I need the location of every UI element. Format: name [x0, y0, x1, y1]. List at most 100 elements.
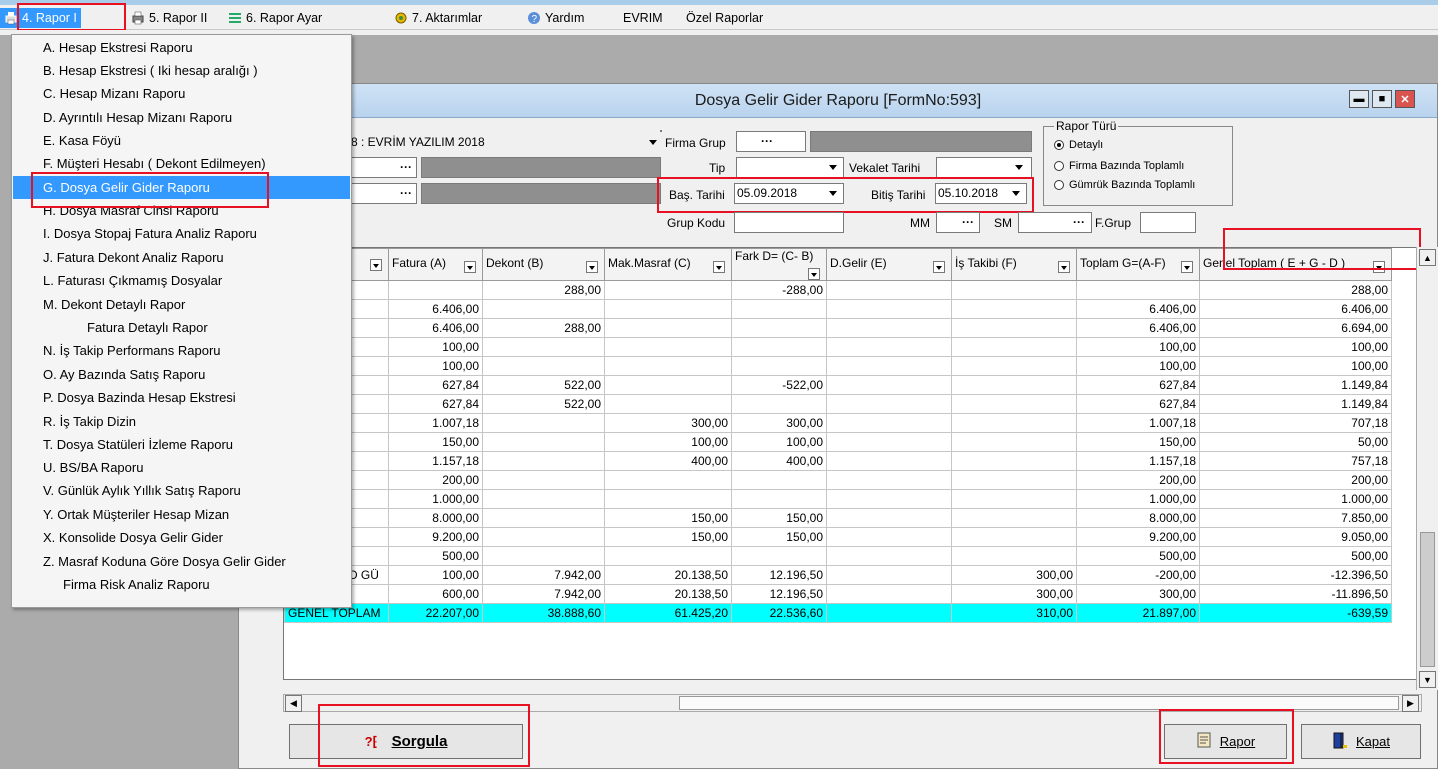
menu-rapor-ayar[interactable]: 6. Rapor Ayar	[228, 8, 322, 28]
radio-detayli[interactable]: Detaylı	[1054, 139, 1103, 151]
filter-dropdown-icon[interactable]	[713, 261, 725, 273]
chevron-down-icon[interactable]	[649, 140, 657, 145]
rapor-button[interactable]: Rapor	[1164, 724, 1287, 759]
table-row[interactable]: 6.406,00 6.406,00 6.406,00	[284, 299, 1392, 319]
firma-value[interactable]: 8 : EVRİM YAZILIM 2018	[351, 135, 485, 149]
firma-grup-input[interactable]: ···	[736, 131, 806, 152]
table-row[interactable]: 6.406,00 288,00 6.406,00 6.694,00	[284, 318, 1392, 338]
dropdown-item[interactable]: O. Ay Bazında Satış Raporu	[13, 363, 350, 386]
maximize-button[interactable]: ■	[1372, 90, 1392, 108]
dropdown-item[interactable]: B. Hesap Ekstresi ( Iki hesap aralığı )	[13, 59, 350, 82]
scroll-right-button[interactable]: ▶	[1402, 695, 1419, 712]
mm-input[interactable]: ···	[936, 212, 980, 233]
sorgula-button[interactable]: ?⁅ Sorgula	[289, 724, 523, 759]
report-grid[interactable]: Fatura (A) Dekont (B) Mak.Masraf (C) Fark D…	[283, 247, 1422, 680]
scroll-left-button[interactable]: ◀	[285, 695, 302, 712]
kapat-button[interactable]: Kapat	[1301, 724, 1421, 759]
bitis-tarihi-input[interactable]: 05.10.2018	[935, 183, 1027, 204]
filter-dropdown-icon[interactable]	[808, 268, 820, 280]
column-header[interactable]: Dekont (B)	[482, 248, 605, 281]
menu-evrim[interactable]: EVRIM	[623, 8, 663, 28]
scroll-up-button[interactable]: ▲	[1419, 249, 1436, 266]
table-row[interactable]: 627,84 522,00 627,84 1.149,84	[284, 394, 1392, 414]
filter-dropdown-icon[interactable]	[370, 259, 382, 272]
table-cell: 150,00	[604, 508, 732, 528]
table-row[interactable]: 1.000,00 1.000,00 1.000,00	[284, 489, 1392, 509]
filter-dropdown-icon[interactable]	[933, 261, 945, 273]
menu-rapor-1[interactable]: 4. Rapor I	[0, 8, 81, 28]
dropdown-item[interactable]: Z. Masraf Koduna Göre Dosya Gelir Gider	[13, 550, 350, 573]
menu-ozel-raporlar[interactable]: Özel Raporlar	[686, 8, 763, 28]
vertical-scrollbar[interactable]: ▲ ▼	[1416, 247, 1438, 690]
table-row[interactable]: 1.157,18 400,00 400,00 1.157,18 757,18	[284, 451, 1392, 471]
radio-gumruk-bazinda[interactable]: Gümrük Bazında Toplamlı	[1054, 179, 1195, 191]
filter-dropdown-icon[interactable]	[464, 261, 476, 273]
bas-tarihi-input[interactable]: 05.09.2018	[734, 183, 844, 204]
field-2-input[interactable]: ···	[351, 157, 417, 178]
scroll-down-button[interactable]: ▼	[1419, 671, 1436, 688]
filter-dropdown-icon[interactable]	[1058, 261, 1070, 273]
scroll-thumb[interactable]	[679, 696, 1399, 710]
dropdown-item[interactable]: F. Müşteri Hesabı ( Dekont Edilmeyen)	[13, 152, 350, 175]
dropdown-item[interactable]: J. Fatura Dekont Analiz Raporu	[13, 246, 350, 269]
column-header[interactable]: Toplam G=(A-F)	[1076, 248, 1200, 281]
dropdown-item[interactable]: M. Dekont Detaylı Rapor	[13, 293, 350, 316]
scroll-thumb[interactable]	[1420, 532, 1435, 667]
table-row[interactable]: TOPLAM600,007.942,0020.138,5012.196,5030…	[284, 584, 1392, 604]
table-row[interactable]: 288,00 -288,00 288,00	[284, 280, 1392, 300]
dropdown-item[interactable]: L. Faturası Çıkmamış Dosyalar	[13, 269, 350, 292]
dropdown-item[interactable]: X. Konsolide Dosya Gelir Gider	[13, 526, 350, 549]
menu-yardim[interactable]: ? Yardım	[527, 8, 584, 28]
report-window-titlebar[interactable]: Dosya Gelir Gider Raporu [FormNo:593] ▬ …	[239, 84, 1437, 118]
column-header[interactable]: Mak.Masraf (C)	[604, 248, 732, 281]
dropdown-item[interactable]: Fatura Detaylı Rapor	[13, 316, 350, 339]
dropdown-item[interactable]: G. Dosya Gelir Gider Raporu	[13, 176, 350, 199]
menu-aktarimlar[interactable]: 7. Aktarımlar	[394, 8, 482, 28]
table-row[interactable]: 100,00 100,00 100,00	[284, 337, 1392, 357]
dropdown-item[interactable]: U. BS/BA Raporu	[13, 456, 350, 479]
table-row[interactable]: GENEL TOPLAM 22.207,00 38.888,60 61.425,20 2…	[284, 603, 1392, 623]
column-header[interactable]: Fark D= (C- B)	[731, 248, 827, 281]
dropdown-item[interactable]: P. Dosya Bazinda Hesap Ekstresi	[13, 386, 350, 409]
column-header[interactable]: İş Takibi (F)	[951, 248, 1077, 281]
filter-dropdown-icon[interactable]	[1181, 261, 1193, 273]
table-row[interactable]: 9.200,00 150,00 150,00 9.200,00 9.050,00	[284, 527, 1392, 547]
table-row[interactable]: 100,00 100,00 100,00	[284, 356, 1392, 376]
dropdown-item[interactable]: R. İş Takip Dizin	[13, 410, 350, 433]
dropdown-item[interactable]: N. İş Takip Performans Raporu	[13, 339, 350, 362]
menu-rapor-2[interactable]: 5. Rapor II	[131, 8, 207, 28]
dropdown-item[interactable]: E. Kasa Föyü	[13, 129, 350, 152]
grup-kodu-input[interactable]	[734, 212, 844, 233]
column-header[interactable]: Genel Toplam ( E + G - D )	[1199, 248, 1392, 281]
dropdown-item[interactable]: V. Günlük Aylık Yıllık Satış Raporu	[13, 479, 350, 502]
fgrup-input[interactable]	[1140, 212, 1196, 233]
dropdown-item[interactable]: Y. Ortak Müşteriler Hesap Mizan	[13, 503, 350, 526]
column-header[interactable]: Fatura (A)	[388, 248, 483, 281]
dropdown-item[interactable]: T. Dosya Statüleri İzleme Raporu	[13, 433, 350, 456]
minimize-button[interactable]: ▬	[1349, 90, 1369, 108]
sm-input[interactable]: ···	[1018, 212, 1092, 233]
dropdown-item[interactable]: C. Hesap Mizanı Raporu	[13, 82, 350, 105]
table-row[interactable]: D GÜ8.000,00150,00150,008.000,007.850,00	[284, 508, 1392, 528]
radio-firma-bazinda[interactable]: Firma Bazında Toplamlı	[1054, 160, 1184, 172]
dropdown-item[interactable]: I. Dosya Stopaj Fatura Analiz Raporu	[13, 222, 350, 245]
table-row[interactable]: GÜMF150,00100,00100,00150,0050,00	[284, 432, 1392, 452]
close-button[interactable]: ✕	[1395, 90, 1415, 108]
table-row[interactable]: 200,00 200,00 200,00	[284, 470, 1392, 490]
filter-dropdown-icon[interactable]	[1373, 261, 1385, 273]
table-cell: 1.149,84	[1199, 394, 1392, 414]
horizontal-scrollbar[interactable]: ◀ ▶	[283, 694, 1422, 712]
dropdown-item[interactable]: Firma Risk Analiz Raporu	[13, 573, 350, 596]
vekalet-tarihi-input[interactable]	[936, 157, 1032, 178]
dropdown-item[interactable]: H. Dosya Masraf Cinsi Raporu	[13, 199, 350, 222]
dropdown-item[interactable]: A. Hesap Ekstresi Raporu	[13, 36, 350, 59]
dropdown-item[interactable]: D. Ayrıntılı Hesap Mizanı Raporu	[13, 106, 350, 129]
table-row[interactable]: MRÜ500,00500,00500,00	[284, 546, 1392, 566]
table-row[interactable]: Y GÜ1.007,18300,00300,001.007,18707,18	[284, 413, 1392, 433]
table-row[interactable]: AHL KARGO GÜ100,007.942,0020.138,5012.19…	[284, 565, 1392, 585]
table-row[interactable]: D GÜ627,84522,00-522,00627,841.149,84	[284, 375, 1392, 395]
field-3-input[interactable]: ···	[351, 183, 417, 204]
tip-select[interactable]	[736, 157, 844, 178]
filter-dropdown-icon[interactable]	[586, 261, 598, 273]
column-header[interactable]: D.Gelir (E)	[826, 248, 952, 281]
